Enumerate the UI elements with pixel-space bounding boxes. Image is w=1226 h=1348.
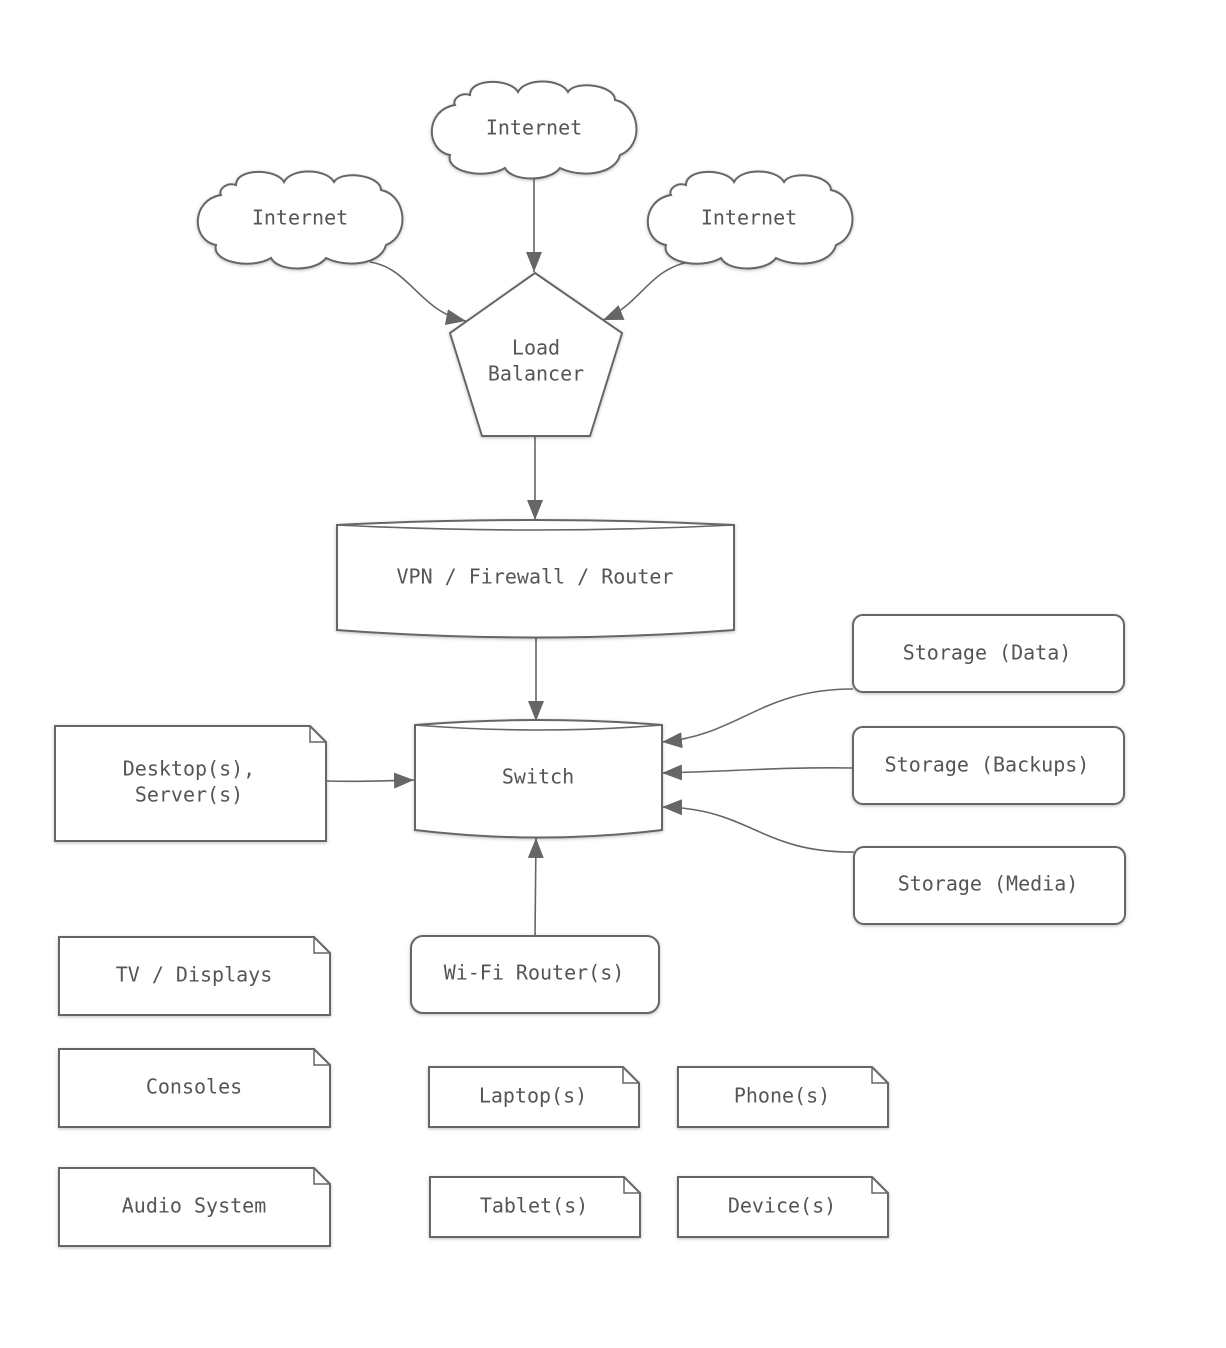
node-laptops[interactable]: Laptop(s) [428, 1066, 640, 1128]
node-consoles[interactable]: Consoles [58, 1048, 331, 1128]
node-label: Internet [486, 116, 582, 140]
node-label: Switch [502, 765, 574, 789]
node-label-line-2: Server(s) [135, 783, 243, 807]
edge-desktops-to-switch [325, 772, 415, 789]
node-storage-backups[interactable]: Storage (Backups) [852, 726, 1125, 805]
edge-internet-left-to-load-balancer [369, 261, 467, 325]
edge-storage-data-to-switch [661, 688, 854, 749]
node-label: Storage (Media) [898, 872, 1079, 896]
node-label: TV / Displays [116, 963, 273, 987]
node-label: Internet [252, 206, 348, 230]
node-label: Device(s) [728, 1194, 836, 1218]
node-desktops-servers[interactable]: Desktop(s), Server(s) [54, 725, 327, 842]
node-label: Internet [701, 206, 797, 230]
node-wifi-router[interactable]: Wi-Fi Router(s) [410, 935, 660, 1014]
node-label: Wi-Fi Router(s) [444, 961, 625, 985]
node-storage-data[interactable]: Storage (Data) [852, 614, 1125, 693]
node-label-line-1: Desktop(s), [123, 757, 255, 781]
node-switch[interactable]: Switch [414, 719, 663, 839]
node-label: VPN / Firewall / Router [397, 565, 674, 589]
node-storage-media[interactable]: Storage (Media) [853, 846, 1126, 925]
edge-wifi-router-to-switch [527, 837, 544, 937]
node-tablets[interactable]: Tablet(s) [429, 1176, 641, 1238]
node-load-balancer[interactable]: Load Balancer [448, 271, 624, 437]
node-label: Phone(s) [734, 1084, 830, 1108]
edge-internet-right-to-load-balancer [602, 261, 691, 321]
node-phones[interactable]: Phone(s) [677, 1066, 889, 1128]
network-diagram: Internet Internet Internet Load Balancer… [54, 80, 1126, 1247]
edge-storage-media-to-switch [661, 799, 855, 853]
edge-storage-backups-to-switch [661, 764, 854, 781]
node-internet-top[interactable]: Internet [430, 80, 638, 180]
node-label-line-1: Load [512, 336, 560, 360]
node-tv-displays[interactable]: TV / Displays [58, 936, 331, 1016]
node-label-line-2: Balancer [488, 362, 584, 386]
node-label: Storage (Backups) [885, 753, 1090, 777]
node-label: Tablet(s) [480, 1194, 588, 1218]
node-vpn-firewall-router[interactable]: VPN / Firewall / Router [336, 519, 735, 639]
node-label: Storage (Data) [903, 641, 1072, 665]
node-internet-left[interactable]: Internet [196, 170, 404, 270]
node-devices[interactable]: Device(s) [677, 1176, 889, 1238]
node-internet-right[interactable]: Internet [646, 170, 854, 270]
node-audio-system[interactable]: Audio System [58, 1167, 331, 1247]
node-label: Consoles [146, 1075, 242, 1099]
node-label: Audio System [122, 1194, 267, 1218]
node-label: Laptop(s) [479, 1084, 587, 1108]
